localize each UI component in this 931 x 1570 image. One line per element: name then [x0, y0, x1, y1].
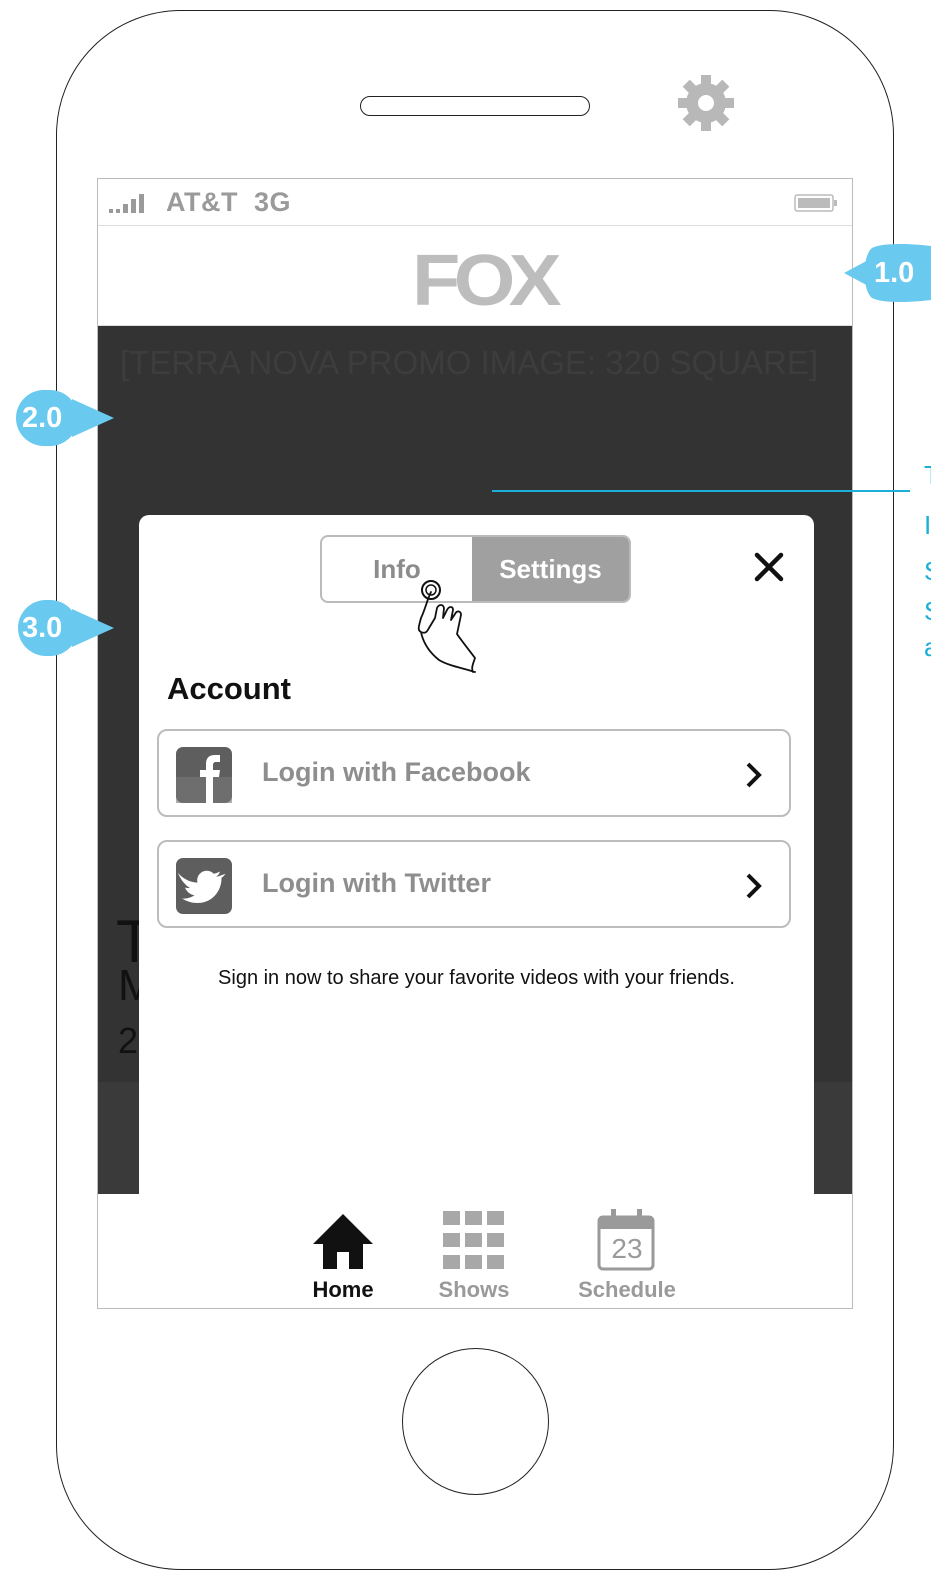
chevron-right-icon [746, 762, 762, 788]
speaker-slot [360, 96, 590, 116]
annotation-callout-3: 3.0 [8, 599, 116, 657]
facebook-login-label: Login with Facebook [262, 757, 531, 787]
annotation-text-fragment: T [924, 460, 931, 491]
tab-home-label: Home [312, 1277, 374, 1302]
annotation-text-fragment: I [924, 510, 931, 540]
dimmed-background: [TERRA NOVA PROMO IMAGE: 320 SQUARE] T M… [98, 326, 852, 1296]
carrier-label: AT&T 3G [166, 187, 291, 217]
show-meta-fragment: 2 [118, 1020, 139, 1061]
twitter-login-label: Login with Twitter [262, 868, 491, 898]
screen: AT&T 3G FOX [TERRA NOVA PROMO IMAGE: 320… [97, 178, 853, 1309]
close-icon[interactable] [751, 549, 787, 585]
tab-schedule[interactable]: 23 Schedule [562, 1207, 692, 1307]
twitter-icon [176, 858, 232, 914]
tab-shows[interactable]: Shows [409, 1207, 539, 1307]
login-twitter-button[interactable]: Login with Twitter [157, 840, 791, 928]
login-facebook-button[interactable]: Login with Facebook [157, 729, 791, 817]
annotation-label-3: 3.0 [22, 612, 63, 644]
account-section-title: Account [167, 671, 291, 706]
calendar-day: 23 [611, 1233, 643, 1264]
home-button[interactable] [402, 1348, 549, 1495]
tab-schedule-label: Schedule [578, 1277, 676, 1302]
promo-image-placeholder: [TERRA NOVA PROMO IMAGE: 320 SQUARE] [120, 344, 819, 381]
battery-icon [794, 194, 837, 212]
nav-bar: FOX [98, 226, 852, 326]
home-icon [313, 1214, 373, 1269]
gear-icon[interactable] [676, 73, 736, 133]
tab-home[interactable]: Home [278, 1207, 408, 1307]
signal-strength-icon [109, 194, 144, 213]
annotation-label-2: 2.0 [22, 402, 63, 434]
hand-pointer-icon [417, 580, 476, 673]
annotation-leader-line [492, 490, 910, 492]
annotation-text-fragment: a [924, 632, 931, 663]
tab-shows-label: Shows [438, 1277, 510, 1302]
status-bar: AT&T 3G [98, 179, 852, 226]
annotation-callout-2: 2.0 [8, 389, 116, 447]
tab-bar: Home Shows 23 Schedule [98, 1195, 852, 1308]
annotation-text-fragment: S [924, 596, 931, 627]
share-note: Sign in now to share your favorite video… [218, 967, 735, 989]
grid-icon [443, 1211, 504, 1269]
fox-logo: FOX [412, 241, 562, 321]
settings-modal: Info Settings Account Login with Faceboo… [139, 515, 814, 1296]
facebook-icon [176, 747, 232, 803]
chevron-right-icon [746, 873, 762, 899]
annotation-text-fragment: S [924, 556, 931, 587]
annotation-callout-1: 1.0 [844, 244, 931, 302]
annotation-label-1: 1.0 [874, 257, 915, 289]
